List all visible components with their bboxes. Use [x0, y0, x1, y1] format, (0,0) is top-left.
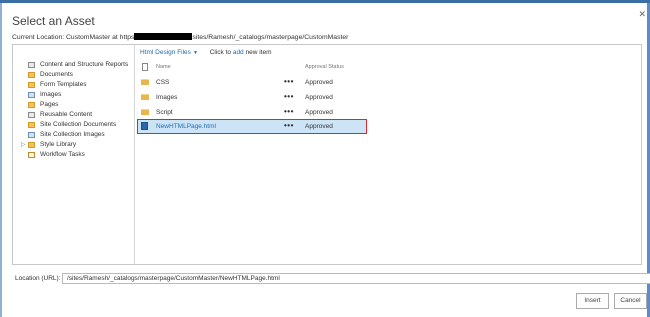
library-tree: Content and Structure Reports Documents … [13, 45, 135, 264]
ellipsis-menu-icon[interactable]: ••• [284, 77, 294, 86]
html-file-icon [141, 122, 148, 130]
item-name[interactable]: NewHTMLPage.html [156, 123, 216, 130]
folder-icon [141, 94, 149, 100]
dialog-title: Select an Asset [12, 14, 95, 28]
current-location-prefix: Current Location: CustomMaster at https [12, 34, 135, 41]
tree-item-label: Pages [40, 101, 59, 108]
file-type-icon[interactable] [142, 63, 148, 71]
expand-arrow-icon[interactable]: ▷ [21, 140, 26, 150]
add-suffix: new item [245, 49, 272, 56]
document-library-icon [28, 142, 35, 148]
location-url-input[interactable] [62, 273, 650, 284]
insert-button[interactable]: Insert [576, 293, 609, 309]
approval-status: Approved [305, 79, 333, 86]
add-item-hint: Click to add new item [210, 49, 272, 56]
list-icon [28, 62, 35, 68]
tree-item-workflow-tasks[interactable]: Workflow Tasks [13, 150, 134, 160]
current-location-suffix: sites/Ramesh/_catalogs/masterpage/Custom… [192, 34, 349, 41]
add-prefix: Click to [209, 49, 232, 56]
approval-status: Approved [305, 94, 333, 101]
document-library-icon [28, 122, 35, 128]
picture-library-icon [28, 132, 35, 138]
close-icon[interactable]: ✕ [638, 9, 646, 20]
column-header-approval-status[interactable]: Approval Status [305, 64, 344, 70]
location-row: Location (URL): → [12, 273, 650, 285]
pages-library-icon [28, 102, 35, 108]
window-left-border [0, 3, 2, 317]
tree-item-label: Documents [40, 71, 73, 78]
list-item-css[interactable]: CSS ••• Approved [138, 76, 366, 89]
add-item-link[interactable]: add [233, 49, 244, 56]
list-toolbar: Html Design Files ▼ Click to add new item [140, 49, 272, 56]
tree-item-pages[interactable]: Pages [13, 100, 134, 110]
tree-item-site-collection-documents[interactable]: Site Collection Documents [13, 120, 134, 130]
task-list-icon [28, 152, 35, 158]
tree-item-label: Content and Structure Reports [40, 61, 129, 68]
chevron-down-icon: ▼ [192, 50, 198, 56]
tree-item-label: Site Collection Documents [40, 121, 117, 128]
tree-item-reusable-content[interactable]: Reusable Content [13, 110, 134, 120]
document-library-icon [28, 82, 35, 88]
tree-item-documents[interactable]: Documents [13, 70, 134, 80]
folder-icon [141, 79, 149, 85]
file-list-pane: Html Design Files ▼ Click to add new item… [136, 45, 641, 264]
tree-item-label: Images [40, 91, 62, 98]
cancel-button[interactable]: Cancel [614, 293, 647, 309]
tree-item-label: Site Collection Images [40, 131, 105, 138]
item-name[interactable]: Script [156, 109, 173, 116]
redacted-host [134, 33, 193, 40]
document-library-icon [28, 72, 35, 78]
current-location: Current Location: CustomMaster at https s… [12, 33, 348, 41]
list-item-newhtmlpage[interactable]: NewHTMLPage.html ••• Approved [137, 119, 367, 134]
tree-item-label: Reusable Content [40, 111, 93, 118]
ellipsis-menu-icon[interactable]: ••• [284, 121, 294, 130]
item-name[interactable]: Images [156, 94, 177, 101]
location-label: Location (URL): [15, 275, 61, 282]
ellipsis-menu-icon[interactable]: ••• [284, 107, 294, 116]
list-item-script[interactable]: Script ••• Approved [138, 106, 366, 119]
list-item-images[interactable]: Images ••• Approved [138, 91, 366, 104]
tree-item-style-library[interactable]: ▷ Style Library [13, 140, 134, 150]
tree-item-label: Form Templates [40, 81, 87, 88]
item-name[interactable]: CSS [156, 79, 169, 86]
tree-item-label: Style Library [40, 141, 77, 148]
list-header: Name Approval Status [136, 63, 641, 73]
tree-item-site-collection-images[interactable]: Site Collection Images [13, 130, 134, 140]
picture-library-icon [28, 92, 35, 98]
asset-browser-panel: Content and Structure Reports Documents … [12, 44, 642, 265]
window-top-border [0, 0, 650, 3]
view-selector[interactable]: Html Design Files ▼ [140, 49, 198, 56]
approval-status: Approved [305, 109, 333, 116]
tree-item-content-structure-reports[interactable]: Content and Structure Reports [13, 60, 134, 70]
view-selector-label: Html Design Files [140, 49, 191, 56]
list-icon [28, 112, 35, 118]
approval-status: Approved [305, 123, 333, 130]
column-header-name[interactable]: Name [156, 64, 171, 70]
tree-item-form-templates[interactable]: Form Templates [13, 80, 134, 90]
tree-item-label: Workflow Tasks [40, 151, 85, 158]
ellipsis-menu-icon[interactable]: ••• [284, 92, 294, 101]
folder-icon [141, 109, 149, 115]
tree-item-images[interactable]: Images [13, 90, 134, 100]
